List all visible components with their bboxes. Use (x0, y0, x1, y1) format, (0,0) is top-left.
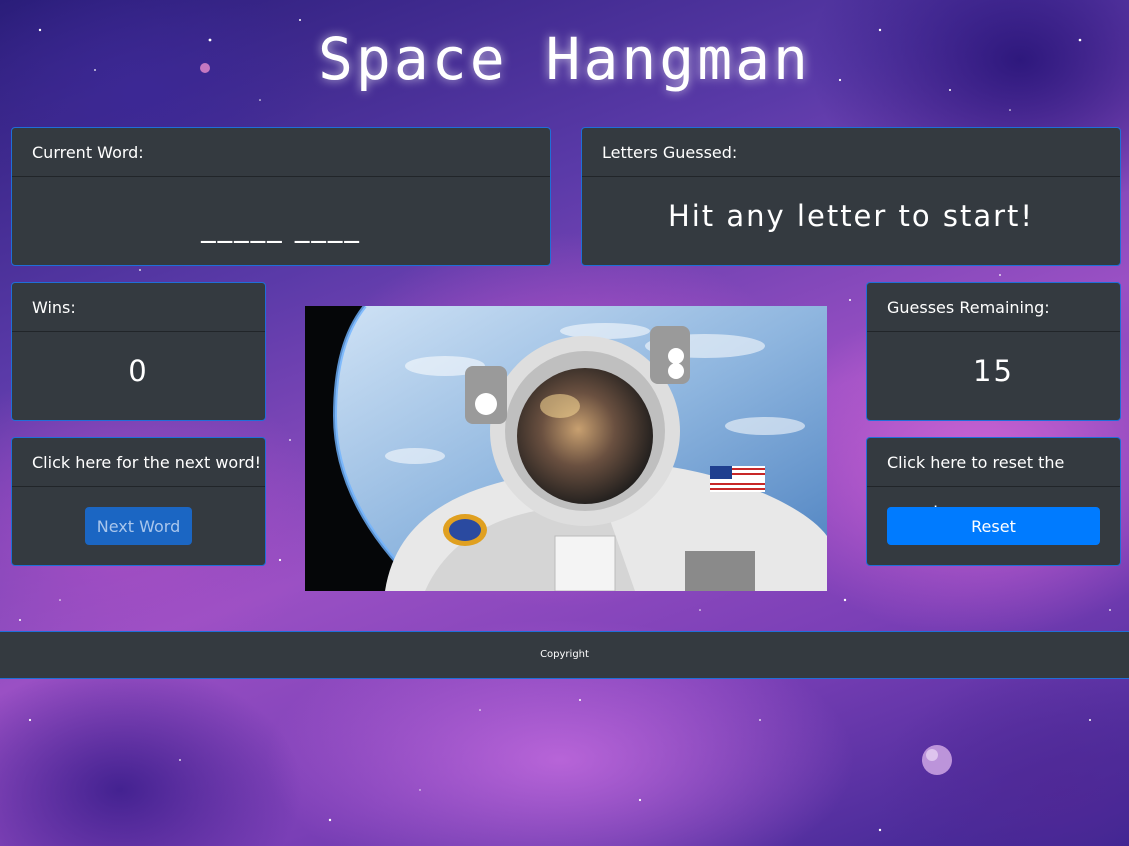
page-title: Space Hangman (318, 25, 811, 93)
guesses-remaining-value: 15 (973, 354, 1014, 388)
current-word-label: Current Word: (12, 128, 550, 177)
current-word-card: Current Word: _____ ____ (11, 127, 551, 266)
next-word-button[interactable]: Next Word (85, 507, 192, 545)
footer-copyright: Copyright (540, 649, 589, 660)
reset-label: Click here to reset the game! (867, 438, 1120, 521)
astronaut-illustration (305, 306, 827, 591)
next-word-card: Click here for the next word! Next Word (11, 437, 266, 566)
current-word-value: _____ ____ (201, 209, 361, 243)
wins-value: 0 (128, 354, 149, 388)
reset-card: Click here to reset the game! Reset (866, 437, 1121, 566)
letters-guessed-card: Letters Guessed: Hit any letter to start… (581, 127, 1121, 266)
guesses-remaining-card: Guesses Remaining: 15 (866, 282, 1121, 421)
wins-card: Wins: 0 (11, 282, 266, 421)
letters-guessed-value: Hit any letter to start! (667, 199, 1035, 233)
wins-label: Wins: (12, 283, 265, 332)
footer: Copyright (0, 631, 1129, 679)
next-word-label: Click here for the next word! (12, 438, 265, 487)
astronaut-photo (305, 306, 827, 591)
letters-guessed-label: Letters Guessed: (582, 128, 1120, 177)
reset-button[interactable]: Reset (887, 507, 1100, 545)
guesses-remaining-label: Guesses Remaining: (867, 283, 1120, 332)
